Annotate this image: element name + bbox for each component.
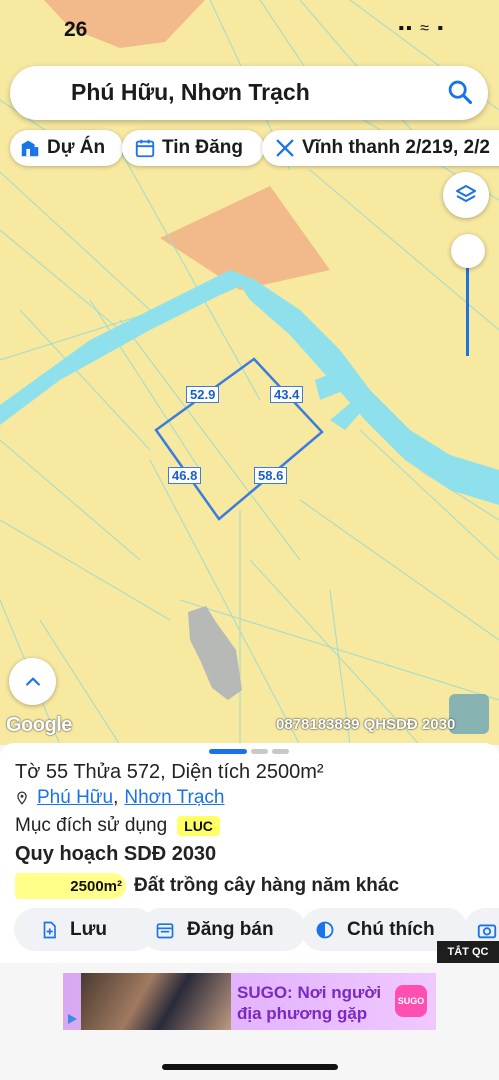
purpose-label: Mục đích sử dụng xyxy=(15,815,168,836)
search-text[interactable]: Phú Hữu, Nhơn Trạch xyxy=(71,79,310,106)
search-bar[interactable]: Phú Hữu, Nhơn Trạch xyxy=(10,66,488,120)
land-use-row: 2500m² Đất trồng cây hàng năm khác xyxy=(15,873,399,899)
filter-chip-tin-dang[interactable]: Tin Đăng xyxy=(122,130,264,166)
save-button[interactable]: Lưu xyxy=(14,908,156,951)
ad-photo xyxy=(81,973,231,1030)
ad-choices-icon[interactable] xyxy=(66,1013,78,1025)
search-icon[interactable] xyxy=(446,78,474,106)
calendar-icon xyxy=(135,139,155,158)
layers-icon xyxy=(456,185,476,202)
ad-banner[interactable]: SUGO: Nơi người địa phương gặp SUGO xyxy=(63,973,436,1030)
location-pin-icon xyxy=(17,791,27,805)
parcel-info-sheet: Tờ 55 Thửa 572, Diện tích 2500m² Phú Hữu… xyxy=(0,743,499,963)
parcel-title: Tờ 55 Thửa 572, Diện tích 2500m² xyxy=(15,761,324,783)
hide-ads-button[interactable]: TẮT QC xyxy=(437,941,499,963)
edge-label-bottom-right: 58.6 xyxy=(254,467,288,485)
land-type-label: Đất trồng cây hàng năm khác xyxy=(134,875,400,896)
bookmark-add-icon xyxy=(43,921,56,938)
ad-headline-2: địa phương gặp xyxy=(237,1004,368,1023)
filter-chip-address[interactable]: Vĩnh thanh 2/219, 2/2 xyxy=(262,130,499,166)
building-icon xyxy=(21,140,39,157)
land-purpose: Mục đích sử dụng LUC xyxy=(15,815,220,837)
filter-chip-du-an[interactable]: Dự Án xyxy=(10,130,123,166)
district-link[interactable]: Nhơn Trạch xyxy=(124,787,224,809)
area-badge: 2500m² xyxy=(15,873,126,899)
map-view[interactable]: 26 ▪▪ ≈ ▪ Phú Hữu, Nhơn Trạch Dự Án Tin … xyxy=(0,0,499,745)
expand-up-button[interactable] xyxy=(9,658,56,705)
ad-logo: SUGO xyxy=(395,985,427,1017)
plan-title: Quy hoạch SDĐ 2030 xyxy=(15,843,217,865)
filter-chip-label: Tin Đăng xyxy=(162,137,243,158)
camera-icon xyxy=(477,924,497,938)
ward-link[interactable]: Phú Hữu xyxy=(37,787,113,809)
legend-label: Chú thích xyxy=(347,918,435,940)
contrast-icon xyxy=(316,921,334,938)
watermark: 0878183839 QHSDĐ 2030 xyxy=(276,716,456,733)
location-separator: , xyxy=(113,787,119,808)
google-logo: Google xyxy=(6,714,72,736)
ruler-icon xyxy=(276,139,294,157)
parcel-location: Phú Hữu , Nhơn Trạch xyxy=(15,787,225,809)
home-indicator[interactable] xyxy=(162,1064,338,1070)
chevron-up-icon xyxy=(25,677,40,686)
filter-chip-label: Vĩnh thanh 2/219, 2/2 xyxy=(302,137,490,158)
edge-label-top-right: 43.4 xyxy=(270,386,304,404)
post-sale-label: Đăng bán xyxy=(187,918,274,940)
layers-button[interactable] xyxy=(443,172,489,218)
status-time: 26 xyxy=(64,18,88,41)
edge-label-top-left: 52.9 xyxy=(186,386,220,404)
status-bar: 26 ▪▪ ≈ ▪ xyxy=(0,0,499,60)
save-label: Lưu xyxy=(70,918,107,940)
ad-headline-1: SUGO: Nơi người xyxy=(237,983,382,1002)
edge-label-bottom-left: 46.8 xyxy=(168,467,202,485)
status-icons: ▪▪ ≈ ▪ xyxy=(398,20,445,37)
filter-chip-label: Dự Án xyxy=(47,137,106,158)
calendar-icon xyxy=(156,922,174,938)
purpose-code-badge: LUC xyxy=(177,816,220,836)
post-sale-button[interactable]: Đăng bán xyxy=(140,908,306,951)
opacity-slider-handle[interactable] xyxy=(451,234,485,268)
